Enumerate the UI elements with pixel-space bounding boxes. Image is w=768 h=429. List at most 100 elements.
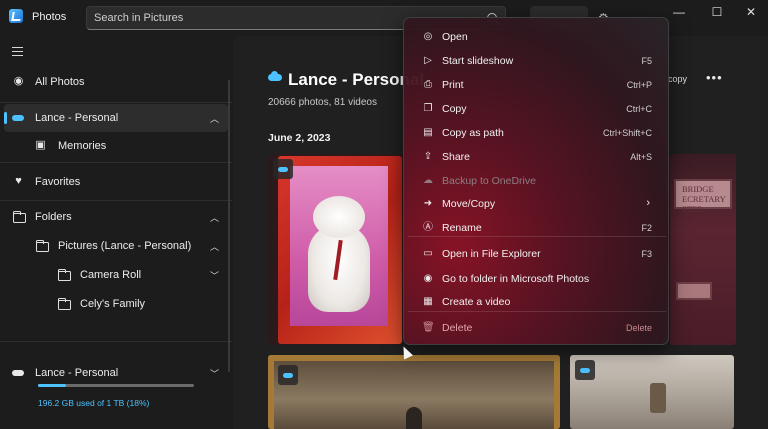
photo-thumbnail-sign[interactable]: BRIDGE ECRETARY STER	[670, 154, 736, 345]
context-menu-item: ☁ Backup to OneDrive	[408, 170, 666, 192]
copy-path-icon: ▤	[423, 127, 433, 138]
sidebar-item-all-photos[interactable]: ◉ All Photos	[4, 68, 228, 96]
sidebar-item-label: Favorites	[35, 176, 81, 188]
context-menu-item[interactable]: ▭ Open in File Explorer F3	[408, 243, 666, 265]
sidebar: ◉ All Photos Lance - Personal ︿ ▣ Memori…	[0, 36, 232, 429]
trash-icon: 🗑	[422, 322, 435, 333]
context-menu-shortcut: F2	[641, 223, 652, 233]
photo-sign-small	[676, 282, 712, 300]
sidebar-scrollbar[interactable]	[228, 80, 230, 372]
storage-progress-fill	[38, 384, 67, 387]
context-menu: ◎ Open ▷ Start slideshow F5 ⎙ Print Ctrl+P ❐ Copy…	[403, 17, 669, 345]
storage-usage-text: 196.2 GB used of 1 TB (18%)	[38, 398, 150, 408]
context-menu-item-label: Copy as path	[442, 127, 504, 139]
chevron-down-icon[interactable]: ﹀	[210, 269, 219, 282]
cloud-icon	[12, 370, 24, 376]
context-menu-item-label: Rename	[442, 222, 482, 234]
context-menu-item-label: Move/Copy	[442, 198, 496, 210]
app-title: Photos	[32, 11, 67, 23]
context-menu-item[interactable]: ➜ Move/Copy ›	[408, 193, 666, 215]
sidebar-item-storage-account[interactable]: Lance - Personal ﹀	[4, 359, 228, 387]
minimize-button[interactable]: —	[664, 5, 694, 21]
context-menu-separator	[408, 236, 666, 237]
cloud-icon: ☁	[423, 175, 433, 186]
sidebar-item-celys-family[interactable]: Cely's Family	[4, 290, 228, 318]
sidebar-item-camera-roll[interactable]: Camera Roll ﹀	[4, 261, 228, 289]
context-menu-shortcut: F3	[641, 249, 652, 259]
context-menu-shortcut: Ctrl+Shift+C	[602, 128, 652, 138]
chevron-up-icon[interactable]: ︿	[210, 240, 219, 253]
sidebar-item-pictures-folder[interactable]: Pictures (Lance - Personal) ︿	[4, 232, 228, 260]
photo-thumbnail-gallery[interactable]	[268, 355, 560, 429]
sidebar-item-label: Cely's Family	[80, 298, 146, 310]
sidebar-item-folders[interactable]: Folders ︿	[4, 203, 228, 231]
divider	[0, 162, 232, 163]
photo-statue	[406, 407, 422, 429]
sidebar-item-label: Lance - Personal	[35, 367, 119, 379]
copy-link[interactable]: copy	[668, 74, 687, 84]
photos-app-icon	[9, 9, 23, 23]
context-menu-item[interactable]: 🗑 Delete Delete	[408, 317, 666, 339]
context-menu-item-label: Go to folder in Microsoft Photos	[442, 273, 590, 285]
divider	[0, 102, 232, 103]
chevron-down-icon[interactable]: ﹀	[210, 367, 219, 380]
photo-lamp	[650, 383, 666, 413]
context-menu-item[interactable]: ▤ Copy as path Ctrl+Shift+C	[408, 122, 666, 144]
context-menu-item-label: Backup to OneDrive	[442, 175, 536, 187]
heart-icon: ♥	[15, 175, 22, 187]
sidebar-item-favorites[interactable]: ♥ Favorites	[4, 168, 228, 196]
sidebar-item-onedrive[interactable]: Lance - Personal ︿	[4, 104, 228, 132]
context-menu-shortcut: Ctrl+P	[626, 80, 652, 90]
slideshow-icon: ▷	[424, 55, 432, 66]
folder-icon	[12, 210, 26, 223]
folder-icon	[57, 297, 71, 310]
context-menu-item-label: Delete	[442, 322, 473, 334]
context-menu-item[interactable]: ⎙ Print Ctrl+P	[408, 74, 666, 96]
sidebar-item-label: Memories	[58, 140, 107, 152]
photo-thumbnail-room[interactable]	[570, 355, 734, 429]
photo-cat-head	[313, 196, 365, 238]
context-menu-shortcut: Alt+S	[630, 152, 652, 162]
folder-icon	[57, 268, 71, 281]
storage-progress-bar	[38, 384, 194, 387]
onedrive-cloud-icon	[12, 115, 24, 121]
context-menu-item[interactable]: ▦ Create a video	[408, 291, 666, 313]
context-menu-shortcut: Delete	[625, 323, 652, 333]
maximize-button[interactable]: ☐	[702, 5, 732, 21]
context-menu-item[interactable]: ▷ Start slideshow F5	[408, 50, 666, 72]
photo-count: 20666 photos, 81 videos	[268, 97, 377, 108]
printer-icon: ⎙	[424, 79, 432, 90]
sidebar-item-label: Camera Roll	[80, 269, 142, 281]
rename-icon: Ⓐ	[423, 222, 433, 233]
sidebar-item-memories[interactable]: ▣ Memories	[4, 132, 228, 160]
chevron-up-icon[interactable]: ︿	[210, 211, 219, 224]
share-icon: ⇪	[423, 151, 433, 162]
close-button[interactable]: ✕	[736, 5, 766, 21]
divider	[0, 200, 232, 201]
photo-thumbnail-cat[interactable]	[268, 154, 404, 345]
context-menu-item[interactable]: ◉ Go to folder in Microsoft Photos	[408, 268, 666, 290]
context-menu-item-label: Share	[442, 151, 471, 163]
folder-open-icon: ▭	[423, 248, 433, 259]
context-menu-item-label: Start slideshow	[442, 55, 514, 67]
context-menu-separator	[408, 311, 666, 312]
eye-folder-icon: ◉	[423, 273, 433, 284]
context-menu-item[interactable]: ❐ Copy Ctrl+C	[408, 98, 666, 120]
copy-icon: ❐	[423, 103, 433, 114]
context-menu-item[interactable]: ◎ Open	[408, 26, 666, 48]
onedrive-badge-icon	[575, 360, 595, 380]
sidebar-item-label: Pictures (Lance - Personal)	[58, 240, 192, 252]
eye-icon: ◎	[423, 31, 433, 42]
folder-icon	[35, 239, 49, 252]
photo-sign: BRIDGE ECRETARY STER	[674, 179, 732, 214]
memories-icon: ▣	[35, 139, 46, 151]
context-menu-item-label: Print	[442, 79, 464, 91]
context-menu-item-label: Copy	[442, 103, 467, 115]
more-options-button[interactable]: •••	[706, 70, 723, 85]
context-menu-item[interactable]: ⇪ Share Alt+S	[408, 146, 666, 168]
hamburger-menu-icon[interactable]	[12, 47, 23, 56]
chevron-up-icon[interactable]: ︿	[210, 112, 219, 125]
onedrive-badge-icon	[273, 159, 293, 179]
video-icon: ▦	[423, 296, 433, 307]
photos-icon: ◉	[13, 75, 24, 87]
